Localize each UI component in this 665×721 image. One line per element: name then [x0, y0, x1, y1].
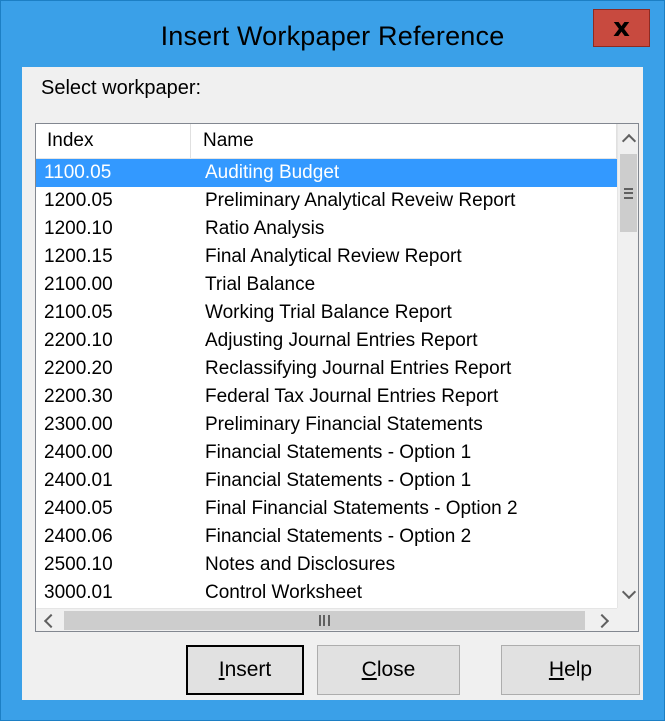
window-close-button[interactable]: x — [593, 9, 650, 47]
column-header-index[interactable]: Index — [36, 124, 191, 158]
close-button[interactable]: Close — [317, 645, 460, 695]
list-item[interactable]: 2200.20 Reclassifying Journal Entries Rep… — [36, 355, 617, 383]
dialog-window: Insert Workpaper Reference x Select work… — [0, 0, 665, 721]
item-name: Final Financial Statements - Option 2 — [205, 498, 518, 519]
scroll-left-button[interactable] — [36, 609, 62, 631]
list-item[interactable]: 1200.10 Ratio Analysis — [36, 215, 617, 243]
list-item[interactable]: 1200.05 Preliminary Analytical Reveiw Rep… — [36, 187, 617, 215]
list-header: Index Name — [36, 124, 617, 159]
item-index: 2400.06 — [44, 526, 113, 547]
list-item[interactable]: 2400.00 Financial Statements - Option 1 — [36, 439, 617, 467]
scroll-left-icon — [43, 613, 59, 628]
list-item[interactable]: 2400.01 Financial Statements - Option 1 — [36, 467, 617, 495]
list-rows: 1100.05 Auditing Budget 1200.05 Preliminary… — [36, 159, 617, 607]
scroll-up-button[interactable] — [618, 124, 638, 152]
scroll-down-icon — [621, 584, 636, 599]
vertical-scroll-thumb[interactable] — [620, 154, 637, 232]
dialog-body: Select workpaper: Index Name 1100.05 Audi… — [22, 67, 643, 700]
scroll-up-icon — [621, 133, 636, 148]
item-index: 1100.05 — [44, 162, 112, 183]
item-index: 2500.10 — [44, 554, 113, 575]
close-icon: x — [613, 13, 630, 43]
item-index: 2200.30 — [44, 386, 113, 407]
help-label: elp — [564, 658, 593, 681]
column-header-name[interactable]: Name — [191, 124, 617, 158]
item-name: Working Trial Balance Report — [205, 302, 452, 323]
list-item[interactable]: 2500.10 Notes and Disclosures — [36, 551, 617, 579]
item-index: 2400.00 — [44, 442, 113, 463]
item-name: Control Worksheet — [205, 582, 362, 603]
item-index: 2100.05 — [44, 302, 113, 323]
item-name: Auditing Budget — [205, 162, 340, 183]
scroll-right-icon — [594, 613, 610, 628]
scroll-down-button[interactable] — [618, 580, 638, 608]
item-index: 2100.00 — [44, 274, 113, 295]
item-name: Preliminary Financial Statements — [205, 414, 483, 435]
list-item[interactable]: 1100.05 Auditing Budget — [36, 159, 617, 187]
window-title: Insert Workpaper Reference — [160, 21, 505, 51]
item-name: Adjusting Journal Entries Report — [205, 330, 478, 351]
horizontal-scrollbar[interactable] — [36, 608, 617, 631]
list-item[interactable]: 2100.00 Trial Balance — [36, 271, 617, 299]
list-item[interactable]: 2400.06 Financial Statements - Option 2 — [36, 523, 617, 551]
select-workpaper-label: Select workpaper: — [41, 77, 202, 99]
grip-icon — [624, 187, 633, 199]
help-button[interactable]: Help — [501, 645, 640, 695]
scrollbar-corner — [617, 608, 638, 631]
item-index: 2300.00 — [44, 414, 113, 435]
list-item[interactable]: 2100.05 Working Trial Balance Report — [36, 299, 617, 327]
item-index: 1200.10 — [44, 218, 113, 239]
list-item[interactable]: 2200.30 Federal Tax Journal Entries Repor… — [36, 383, 617, 411]
item-index: 2200.10 — [44, 330, 113, 351]
item-name: Trial Balance — [205, 274, 316, 295]
item-name: Federal Tax Journal Entries Report — [205, 386, 499, 407]
horizontal-scroll-thumb[interactable] — [64, 611, 585, 630]
list-item[interactable]: 2300.00 Preliminary Financial Statements — [36, 411, 617, 439]
item-name: Financial Statements - Option 1 — [205, 442, 472, 463]
item-name: Financial Statements - Option 2 — [205, 526, 472, 547]
item-index: 1200.05 — [44, 190, 113, 211]
vertical-scrollbar[interactable] — [617, 124, 638, 608]
workpaper-list[interactable]: Index Name 1100.05 Auditing Budget 1200.05… — [35, 123, 639, 632]
item-index: 2400.01 — [44, 470, 113, 491]
item-index: 1200.15 — [44, 246, 113, 267]
item-name: Preliminary Analytical Reveiw Report — [205, 190, 516, 211]
item-name: Ratio Analysis — [205, 218, 325, 239]
list-item[interactable]: 3000.01 Control Worksheet — [36, 579, 617, 607]
item-index: 2200.20 — [44, 358, 113, 379]
list-item[interactable]: 2400.05 Final Financial Statements - Opti… — [36, 495, 617, 523]
insert-button[interactable]: Insert — [186, 645, 304, 695]
list-item[interactable]: 1200.15 Final Analytical Review Report — [36, 243, 617, 271]
close-accel: C — [361, 658, 377, 681]
insert-label: nsert — [224, 658, 272, 681]
item-name: Reclassifying Journal Entries Report — [205, 358, 512, 379]
scroll-right-button[interactable] — [591, 609, 617, 631]
title-bar[interactable]: Insert Workpaper Reference x — [1, 1, 664, 67]
close-label: lose — [376, 658, 416, 681]
grip-icon — [319, 615, 330, 626]
list-item[interactable]: 2200.10 Adjusting Journal Entries Report — [36, 327, 617, 355]
item-name: Final Analytical Review Report — [205, 246, 462, 267]
item-name: Financial Statements - Option 1 — [205, 470, 472, 491]
item-name: Notes and Disclosures — [205, 554, 396, 575]
item-index: 3000.01 — [44, 582, 113, 603]
item-index: 2400.05 — [44, 498, 113, 519]
help-accel: H — [548, 658, 565, 681]
